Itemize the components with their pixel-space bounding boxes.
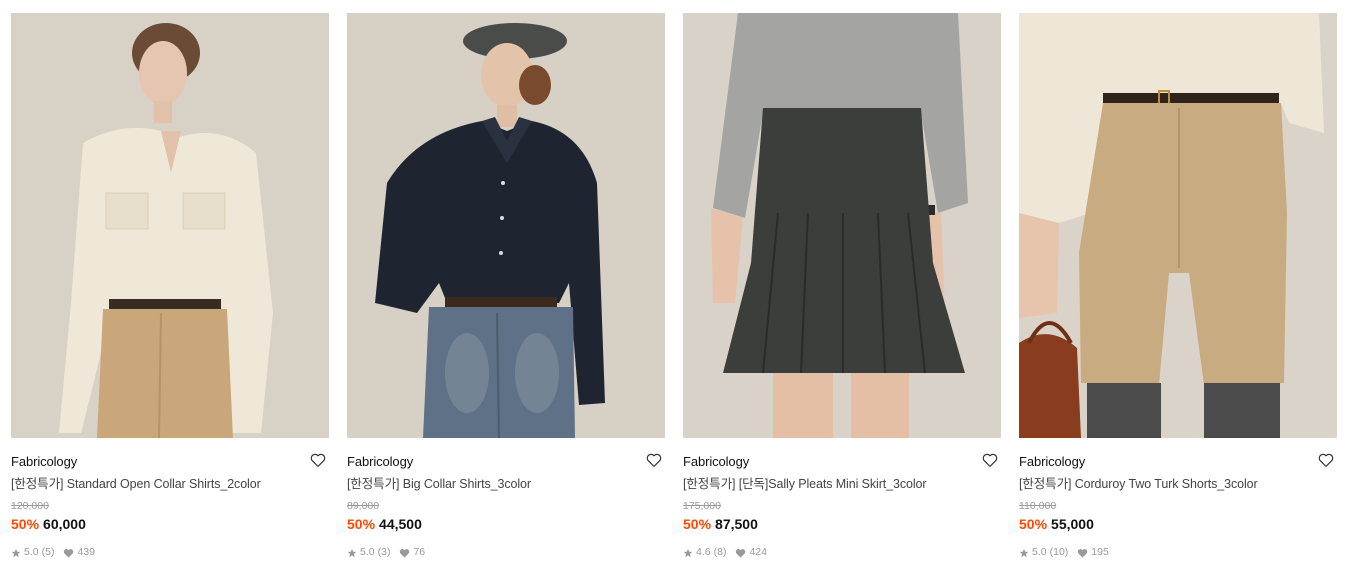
- product-image[interactable]: [683, 13, 1001, 438]
- brand-row: Fabricology: [1019, 453, 1337, 473]
- rating: 5.0: [24, 546, 39, 558]
- sale-price: 87,500: [715, 516, 758, 532]
- product-photo-pleats-mini-skirt: [683, 13, 1001, 438]
- heart-outline-icon[interactable]: [645, 451, 663, 469]
- price-row: 50% 44,500: [347, 515, 665, 534]
- sale-price: 60,000: [43, 516, 86, 532]
- product-card[interactable]: Fabricology [한정특가] Corduroy Two Turk Sho…: [1019, 13, 1337, 566]
- heart-outline-icon[interactable]: [981, 451, 999, 469]
- star-icon: [1019, 548, 1029, 557]
- heart-icon: [400, 548, 410, 558]
- original-price: 89,000: [347, 500, 380, 512]
- heart-outline-icon[interactable]: [309, 451, 327, 469]
- review-count: (3): [377, 546, 391, 558]
- like-count: 195: [1091, 546, 1109, 558]
- like-count: 439: [77, 546, 95, 558]
- like-count: 424: [749, 546, 767, 558]
- heart-icon: [1078, 548, 1088, 558]
- brand-name[interactable]: Fabricology: [1019, 454, 1085, 470]
- original-price: 120,000: [11, 500, 49, 512]
- product-name[interactable]: [한정특가] Big Collar Shirts_3color: [347, 476, 665, 492]
- original-price: 175,000: [683, 500, 721, 512]
- brand-row: Fabricology: [347, 453, 665, 473]
- review-count: (8): [713, 546, 727, 558]
- star-icon: [347, 548, 357, 557]
- product-image[interactable]: [347, 13, 665, 438]
- product-meta: 5.0 (5) 439: [11, 546, 329, 559]
- product-grid: Fabricology [한정특가] Standard Open Collar …: [0, 0, 1345, 566]
- rating: 4.6: [696, 546, 711, 558]
- brand-name[interactable]: Fabricology: [347, 454, 413, 470]
- price-row: 50% 60,000: [11, 515, 329, 534]
- product-photo-big-collar-shirt: [347, 13, 665, 438]
- product-card[interactable]: Fabricology [한정특가] Big Collar Shirts_3co…: [347, 13, 665, 566]
- product-card[interactable]: Fabricology [한정특가] [단독]Sally Pleats Mini…: [683, 13, 1001, 566]
- price-row: 50% 87,500: [683, 515, 1001, 534]
- brand-name[interactable]: Fabricology: [11, 454, 77, 470]
- discount-rate: 50%: [683, 516, 712, 532]
- discount-rate: 50%: [11, 516, 40, 532]
- review-count: (10): [1049, 546, 1069, 558]
- brand-row: Fabricology: [683, 453, 1001, 473]
- original-price: 110,000: [1019, 500, 1057, 512]
- product-meta: 4.6 (8) 424: [683, 546, 1001, 559]
- sale-price: 55,000: [1051, 516, 1094, 532]
- review-count: (5): [41, 546, 55, 558]
- product-photo-corduroy-shorts: [1019, 13, 1337, 438]
- product-image[interactable]: [11, 13, 329, 438]
- like-count: 76: [413, 546, 426, 558]
- heart-icon: [64, 548, 74, 558]
- product-image[interactable]: [1019, 13, 1337, 438]
- product-meta: 5.0 (3) 76: [347, 546, 665, 559]
- product-meta: 5.0 (10) 195: [1019, 546, 1337, 559]
- product-name[interactable]: [한정특가] Corduroy Two Turk Shorts_3color: [1019, 476, 1337, 492]
- discount-rate: 50%: [347, 516, 376, 532]
- star-icon: [11, 548, 21, 557]
- brand-name[interactable]: Fabricology: [683, 454, 749, 470]
- star-icon: [683, 548, 693, 557]
- brand-row: Fabricology: [11, 453, 329, 473]
- rating: 5.0: [1032, 546, 1047, 558]
- sale-price: 44,500: [379, 516, 422, 532]
- product-name[interactable]: [한정특가] Standard Open Collar Shirts_2colo…: [11, 476, 329, 492]
- price-row: 50% 55,000: [1019, 515, 1337, 534]
- rating: 5.0: [360, 546, 375, 558]
- heart-icon: [736, 548, 746, 558]
- product-photo-open-collar-shirt: [11, 13, 329, 438]
- product-name[interactable]: [한정특가] [단독]Sally Pleats Mini Skirt_3colo…: [683, 476, 1001, 492]
- product-card[interactable]: Fabricology [한정특가] Standard Open Collar …: [11, 13, 329, 566]
- heart-outline-icon[interactable]: [1317, 451, 1335, 469]
- discount-rate: 50%: [1019, 516, 1048, 532]
